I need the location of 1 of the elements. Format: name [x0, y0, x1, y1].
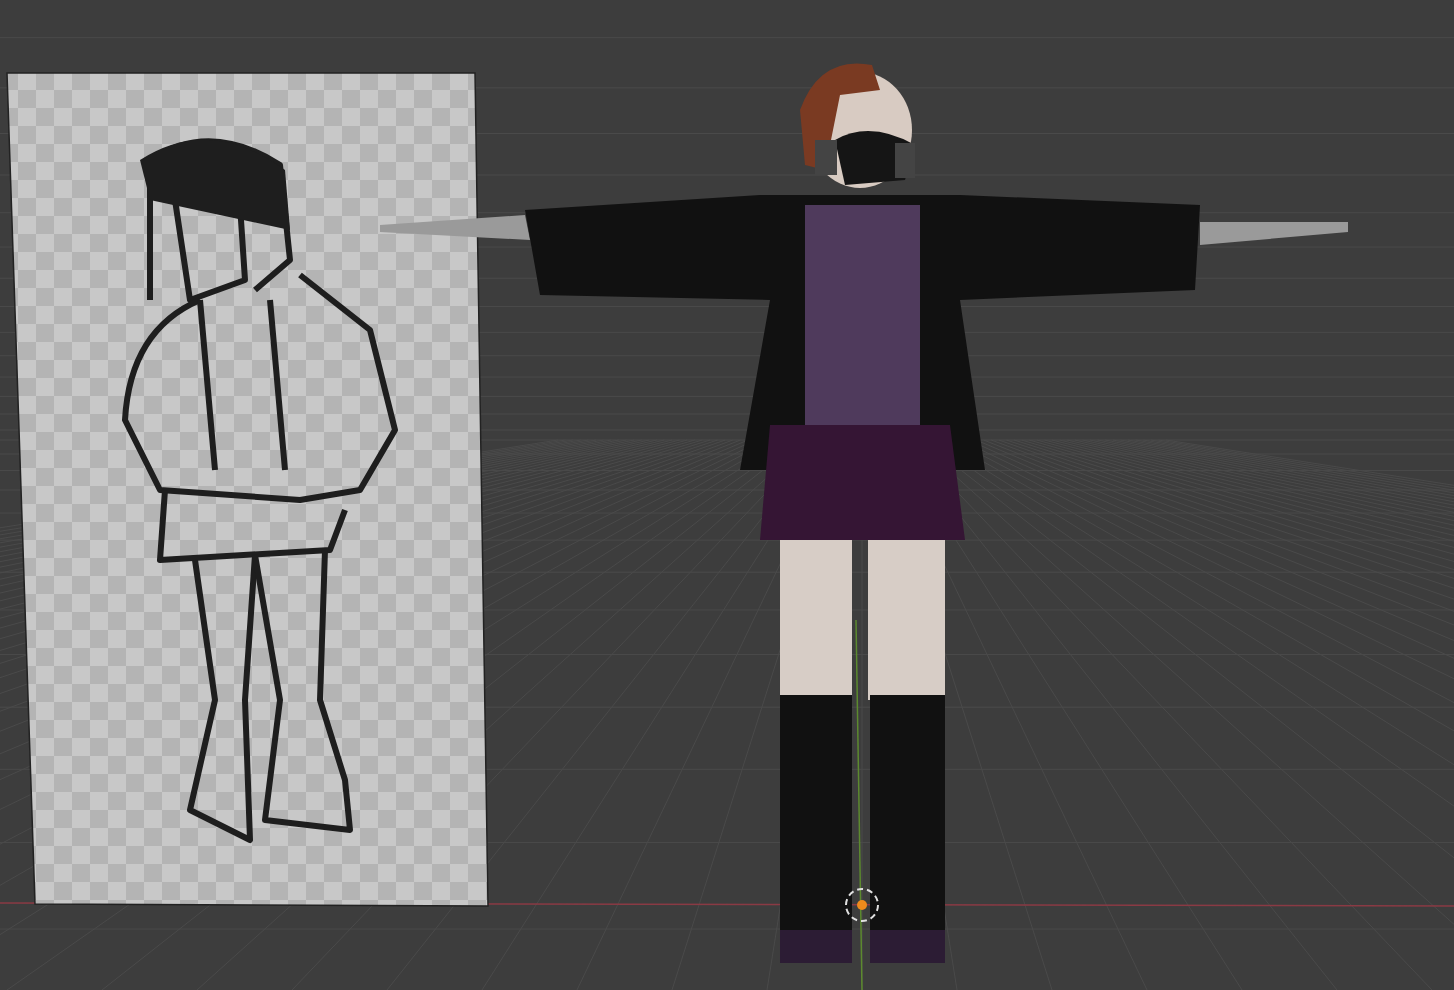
3d-cursor-icon[interactable]	[845, 888, 879, 922]
